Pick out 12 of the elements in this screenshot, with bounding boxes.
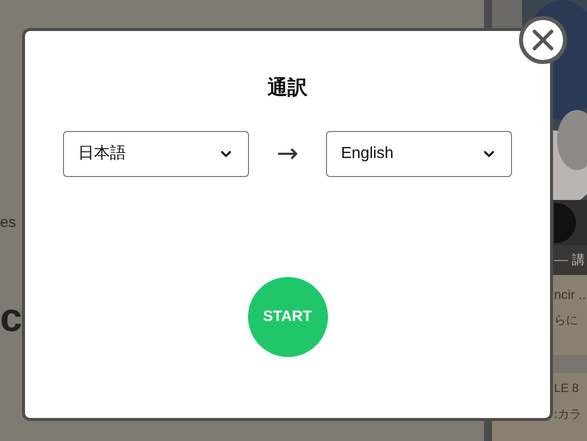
- background-text: らに: [554, 312, 579, 328]
- background-text: es: [0, 213, 16, 233]
- background-text: :カラ: [554, 406, 582, 423]
- background-text: 講: [572, 251, 585, 270]
- background-text: LE 8: [554, 380, 580, 397]
- background-text: ncir ..: [554, 286, 587, 304]
- arrow-text: →: [276, 138, 298, 170]
- logo-icon: [554, 202, 576, 242]
- dialog-title: 通訳: [268, 76, 308, 101]
- language-select[interactable]: 日本語: [63, 131, 249, 177]
- language-select[interactable]: English: [326, 131, 512, 177]
- background-heading: c: [0, 298, 22, 338]
